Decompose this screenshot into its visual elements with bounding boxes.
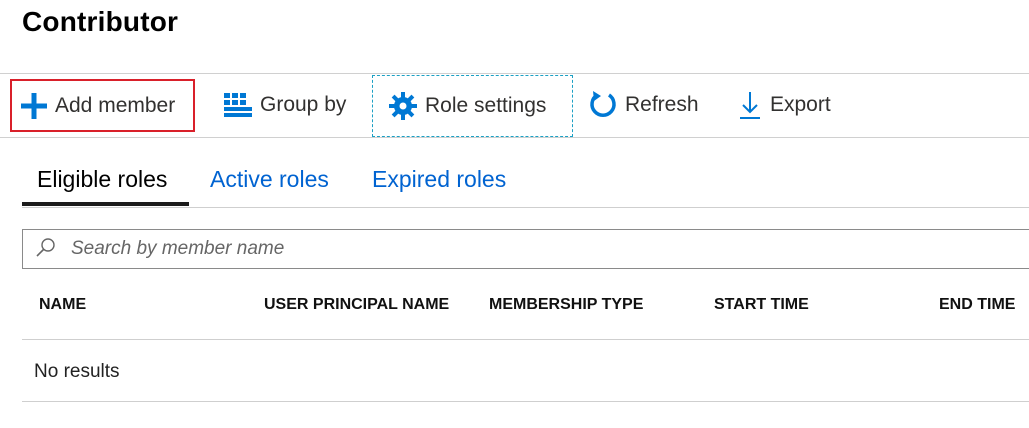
- role-tabs: Eligible roles Active roles Expired role…: [22, 158, 1029, 208]
- page-title: Contributor: [22, 6, 179, 37]
- empty-message: No results: [34, 361, 120, 382]
- role-settings-button[interactable]: Role settings: [372, 75, 573, 137]
- plus-icon: [21, 92, 47, 119]
- add-member-button[interactable]: Add member: [10, 79, 195, 132]
- tab-eligible-roles[interactable]: Eligible roles: [37, 166, 167, 193]
- export-button[interactable]: Export: [738, 76, 831, 134]
- refresh-icon: [589, 90, 617, 120]
- group-by-button[interactable]: Group by: [224, 76, 346, 134]
- refresh-label: Refresh: [625, 93, 699, 116]
- add-member-label: Add member: [55, 93, 176, 117]
- table-body: No results: [22, 341, 1029, 402]
- search-input[interactable]: [71, 238, 971, 260]
- column-header-name[interactable]: NAME: [39, 296, 86, 314]
- download-icon: [738, 90, 762, 120]
- refresh-button[interactable]: Refresh: [589, 76, 699, 134]
- selected-tab-indicator: [22, 202, 189, 206]
- tab-expired-roles[interactable]: Expired roles: [372, 166, 506, 193]
- search-icon: [23, 236, 71, 263]
- column-header-user-principal-name[interactable]: USER PRINCIPAL NAME: [264, 296, 449, 314]
- table-header: NAME USER PRINCIPAL NAME MEMBERSHIP TYPE…: [22, 286, 1029, 340]
- tab-active-roles[interactable]: Active roles: [210, 166, 329, 193]
- group-by-label: Group by: [260, 93, 347, 116]
- grid-icon: [224, 93, 252, 117]
- column-header-membership-type[interactable]: MEMBERSHIP TYPE: [489, 296, 643, 314]
- column-header-start-time[interactable]: START TIME: [714, 296, 809, 314]
- role-settings-label: Role settings: [425, 94, 547, 117]
- export-label: Export: [770, 93, 831, 116]
- search-box: [22, 229, 1029, 269]
- gear-icon: [389, 92, 417, 120]
- command-bar: Add member Group by Role settings Refres…: [0, 73, 1029, 138]
- column-header-end-time[interactable]: END TIME: [939, 296, 1015, 314]
